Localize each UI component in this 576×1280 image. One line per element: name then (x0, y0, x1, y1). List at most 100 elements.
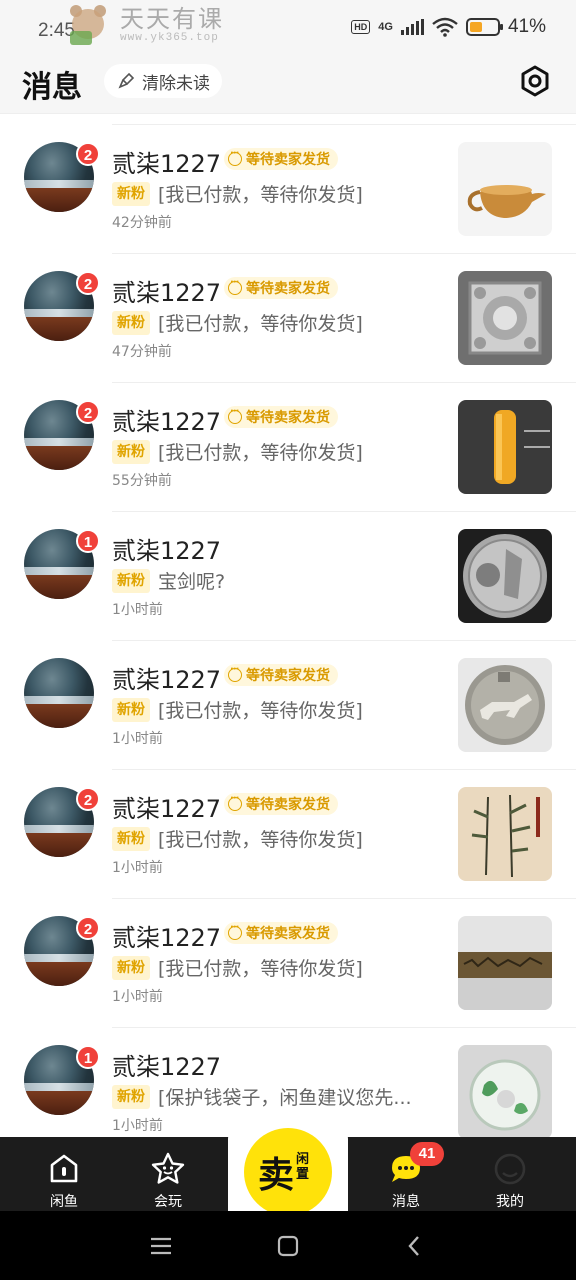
battery-percent: 41% (507, 16, 546, 37)
message-preview: [我已付款，等待你发货] (158, 958, 363, 980)
item-thumbnail[interactable] (458, 916, 552, 1010)
more-circle-icon (228, 793, 242, 811)
list-item[interactable]: 2 贰柒1227 等待卖家发货 新粉 [我已付款，等待你发货] 1小时前 (0, 759, 576, 888)
avatar[interactable] (24, 658, 94, 728)
unread-badge: 2 (76, 916, 100, 940)
unread-badge: 1 (76, 529, 100, 553)
status-tag: 等待卖家发货 (224, 148, 338, 170)
network-label: 4G (378, 21, 393, 33)
list-item[interactable]: 2 贰柒1227 等待卖家发货 新粉 [我已付款，等待你发货] 1小时前 (0, 888, 576, 1017)
new-fan-badge: 新粉 (112, 827, 150, 851)
item-thumbnail[interactable] (458, 658, 552, 752)
message-preview: [保护钱袋子，闲鱼建议您先... (158, 1087, 412, 1109)
back-chevron-icon[interactable] (402, 1233, 428, 1259)
message-time: 1小时前 (112, 989, 163, 1005)
unread-badge: 1 (76, 1045, 100, 1069)
new-fan-badge: 新粉 (112, 440, 150, 464)
nav-fun[interactable]: 会玩 (120, 1137, 216, 1211)
list-item[interactable]: 2 贰柒1227 等待卖家发货 新粉 [我已付款，等待你发货] 55分钟前 (0, 372, 576, 501)
broom-icon (118, 72, 135, 89)
new-fan-badge: 新粉 (112, 569, 150, 593)
unread-badge: 2 (76, 142, 100, 166)
clear-unread-label: 清除未读 (142, 73, 210, 94)
message-time: 47分钟前 (112, 344, 172, 360)
more-circle-icon (228, 922, 242, 940)
status-icons: HD 4G 41% (351, 16, 546, 38)
more-circle-icon (228, 277, 242, 295)
system-nav-bar (0, 1211, 576, 1280)
list-item[interactable]: 1 贰柒1227 新粉 [保护钱袋子，闲鱼建议您先... 1小时前 (0, 1017, 576, 1138)
watermark-url: www.yk365.top (120, 32, 219, 44)
contact-name: 贰柒1227 (112, 537, 222, 565)
item-thumbnail[interactable] (458, 271, 552, 365)
bear-logo-icon (66, 3, 110, 47)
status-tag: 等待卖家发货 (224, 277, 338, 299)
status-tag: 等待卖家发货 (224, 922, 338, 944)
sell-button-label: 卖 (258, 1155, 295, 1196)
message-time: 42分钟前 (112, 215, 172, 231)
settings-hexagon-icon[interactable] (518, 64, 552, 98)
list-item[interactable]: 1 贰柒1227 新粉 宝剑呢? 1小时前 (0, 501, 576, 630)
unread-badge: 2 (76, 271, 100, 295)
fish-home-icon (50, 1154, 78, 1183)
nav-home-label: 闲鱼 (50, 1194, 78, 1210)
new-fan-badge: 新粉 (112, 698, 150, 722)
message-time: 1小时前 (112, 860, 163, 876)
contact-name: 贰柒1227 (112, 924, 222, 952)
message-time: 1小时前 (112, 731, 163, 747)
wifi-icon (432, 17, 458, 37)
screen: 2:45 天天有课 www.yk365.top HD 4G 41% 消息 清除未… (0, 0, 576, 1280)
hd-icon: HD (351, 20, 371, 34)
nav-mine[interactable]: 我的 (462, 1137, 558, 1211)
item-thumbnail[interactable] (458, 400, 552, 494)
star-face-icon (151, 1152, 185, 1184)
watermark: 天天有课 www.yk365.top (66, 2, 224, 48)
menu-icon[interactable] (148, 1233, 174, 1259)
item-thumbnail[interactable] (458, 1045, 552, 1138)
contact-name: 贰柒1227 (112, 795, 222, 823)
unread-badge: 2 (76, 787, 100, 811)
message-preview: 宝剑呢? (158, 571, 226, 593)
messages-count-badge: 41 (410, 1142, 444, 1166)
list-item[interactable]: 贰柒1227 等待卖家发货 新粉 [我已付款，等待你发货] 1小时前 (0, 630, 576, 759)
nav-messages-label: 消息 (392, 1194, 420, 1210)
header: 消息 清除未读 (0, 56, 576, 114)
watermark-title: 天天有课 (120, 5, 224, 33)
contact-name: 贰柒1227 (112, 1053, 222, 1081)
new-fan-badge: 新粉 (112, 956, 150, 980)
more-circle-icon (228, 406, 242, 424)
more-circle-icon (228, 664, 242, 682)
message-list[interactable]: 2 贰柒1227 等待卖家发货 新粉 [我已付款，等待你发货] 42分钟前 2 … (0, 114, 576, 1138)
message-time: 55分钟前 (112, 473, 172, 489)
status-bar: 2:45 天天有课 www.yk365.top HD 4G 41% (0, 0, 576, 56)
signal-icon (400, 19, 424, 35)
page-title: 消息 (22, 70, 82, 105)
message-preview: [我已付款，等待你发货] (158, 442, 363, 464)
battery-icon (465, 18, 503, 36)
sell-button-sublabel: 闲置 (296, 1152, 310, 1182)
message-preview: [我已付款，等待你发货] (158, 184, 363, 206)
sell-button[interactable]: 卖 闲置 (244, 1128, 332, 1216)
item-thumbnail[interactable] (458, 787, 552, 881)
status-tag: 等待卖家发货 (224, 664, 338, 686)
home-square-icon[interactable] (275, 1233, 301, 1259)
new-fan-badge: 新粉 (112, 182, 150, 206)
message-preview: [我已付款，等待你发货] (158, 700, 363, 722)
status-tag: 等待卖家发货 (224, 406, 338, 428)
list-item[interactable]: 2 贰柒1227 等待卖家发货 新粉 [我已付款，等待你发货] 42分钟前 (0, 114, 576, 243)
item-thumbnail[interactable] (458, 142, 552, 236)
nav-home[interactable]: 闲鱼 (16, 1137, 112, 1211)
message-time: 1小时前 (112, 1118, 163, 1134)
contact-name: 贰柒1227 (112, 279, 222, 307)
list-item[interactable]: 2 贰柒1227 等待卖家发货 新粉 [我已付款，等待你发货] 47分钟前 (0, 243, 576, 372)
clear-unread-button[interactable]: 清除未读 (104, 64, 222, 98)
item-thumbnail[interactable] (458, 529, 552, 623)
unread-badge: 2 (76, 400, 100, 424)
nav-fun-label: 会玩 (154, 1194, 182, 1210)
contact-name: 贰柒1227 (112, 150, 222, 178)
nav-mine-label: 我的 (496, 1194, 524, 1210)
message-time: 1小时前 (112, 602, 163, 618)
new-fan-badge: 新粉 (112, 1085, 150, 1109)
contact-name: 贰柒1227 (112, 408, 222, 436)
message-preview: [我已付款，等待你发货] (158, 313, 363, 335)
